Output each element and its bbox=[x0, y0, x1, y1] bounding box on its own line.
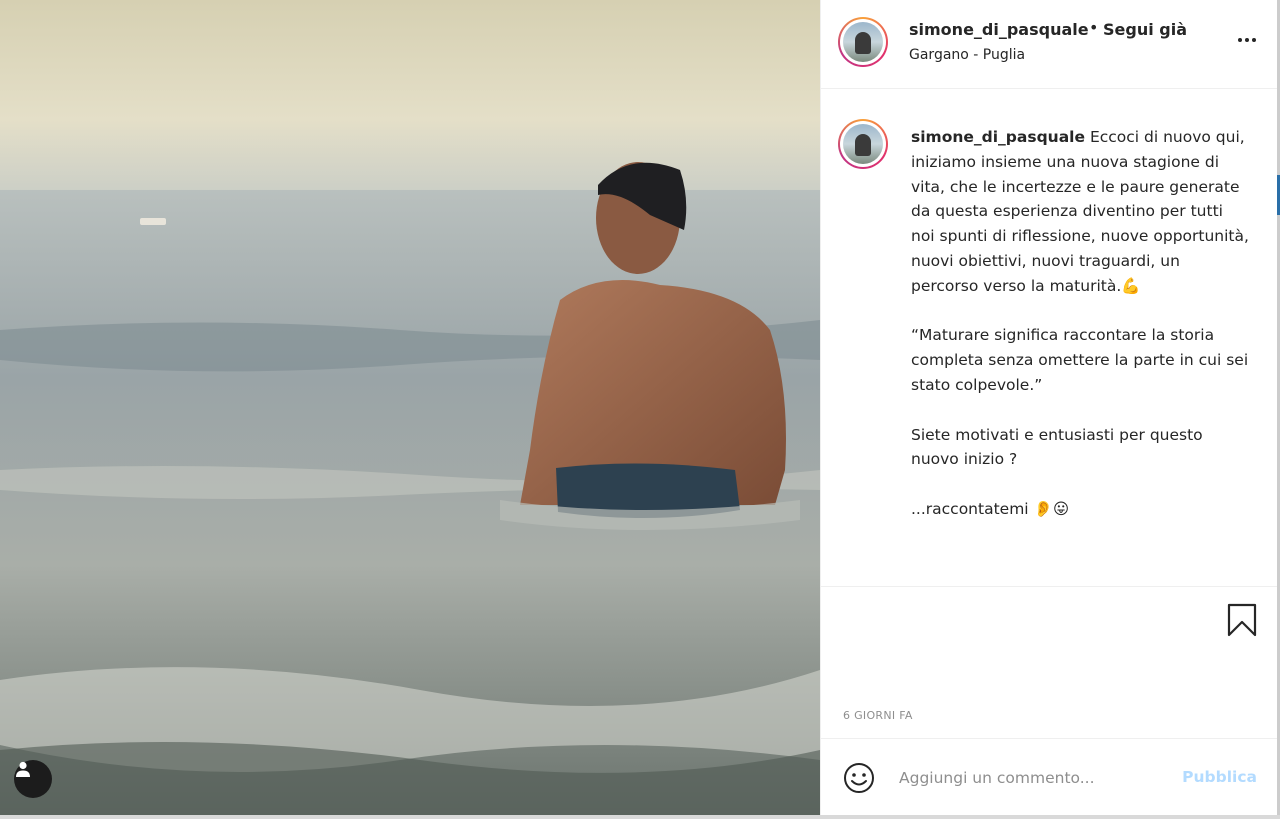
separator-dot: • bbox=[1089, 18, 1099, 37]
post-photo[interactable] bbox=[0, 0, 820, 815]
emoji-icon bbox=[844, 763, 874, 793]
user-tag-icon bbox=[16, 761, 30, 777]
author-username[interactable]: simone_di_pasquale bbox=[909, 20, 1089, 39]
browser-bottom-strip bbox=[0, 815, 1280, 819]
user-tag-button[interactable] bbox=[14, 760, 52, 798]
follow-status-button[interactable]: Segui già bbox=[1103, 20, 1187, 39]
caption-author-avatar[interactable] bbox=[838, 119, 888, 169]
author-avatar[interactable] bbox=[838, 17, 888, 67]
post-location[interactable]: Gargano - Puglia bbox=[909, 47, 1025, 63]
bookmark-icon bbox=[1227, 603, 1257, 637]
caption-paragraph-3: Siete motivati e entusiasti per questo n… bbox=[911, 425, 1208, 469]
actions-section: 6 GIORNI FA bbox=[821, 586, 1277, 739]
caption-paragraph-2: “Maturare significa raccontare la storia… bbox=[911, 326, 1254, 394]
more-options-button[interactable] bbox=[1237, 28, 1257, 47]
comment-bar: Pubblica bbox=[821, 738, 1277, 816]
caption-author-username[interactable]: simone_di_pasquale bbox=[911, 128, 1085, 146]
caption-section: simone_di_pasquale Eccoci di nuovo qui, … bbox=[821, 89, 1277, 585]
publish-comment-button[interactable]: Pubblica bbox=[1182, 768, 1257, 786]
beach-scene-image bbox=[0, 0, 820, 815]
save-post-button[interactable] bbox=[1227, 603, 1257, 641]
caption-paragraph-4: ...raccontatemi 👂😛 bbox=[911, 499, 1069, 518]
caption-text: simone_di_pasquale Eccoci di nuovo qui, … bbox=[911, 125, 1251, 522]
emoji-button[interactable] bbox=[843, 762, 875, 798]
post-timestamp[interactable]: 6 GIORNI FA bbox=[843, 709, 913, 722]
comment-input[interactable] bbox=[897, 761, 1171, 795]
post-header: simone_di_pasquale • Segui già Gargano -… bbox=[821, 0, 1277, 89]
caption-paragraph-1: Eccoci di nuovo qui, iniziamo insieme un… bbox=[911, 128, 1254, 295]
post-side-panel: simone_di_pasquale • Segui già Gargano -… bbox=[820, 0, 1277, 815]
more-horizontal-icon bbox=[1238, 38, 1256, 42]
